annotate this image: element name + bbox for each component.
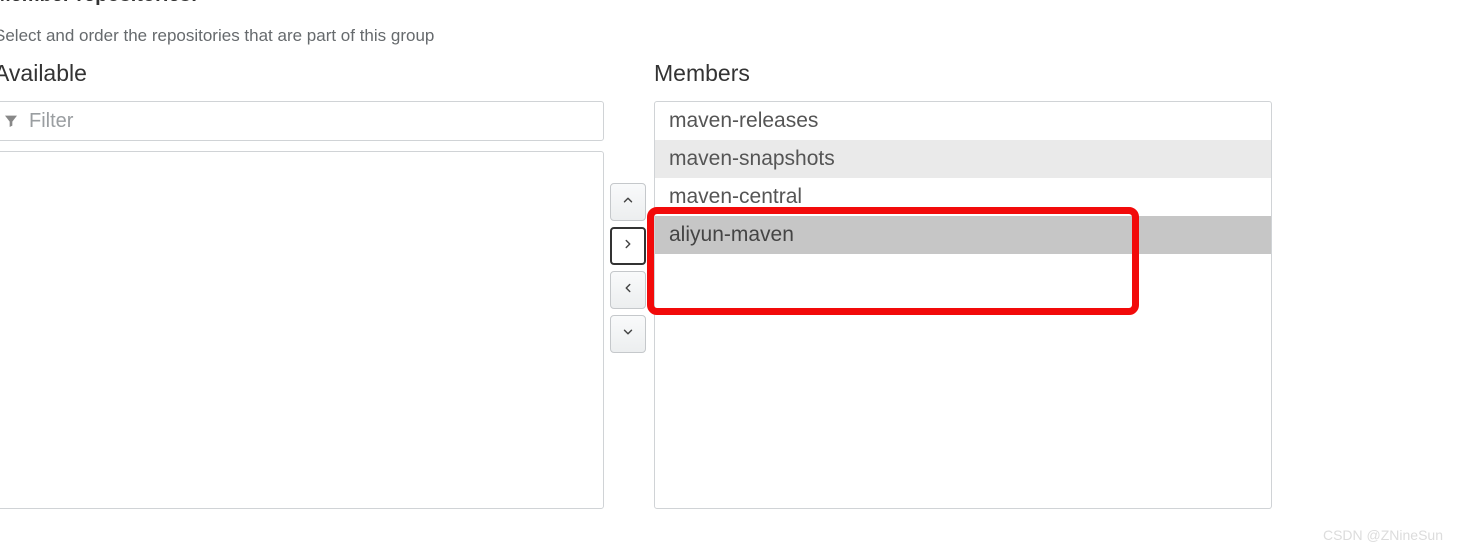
section-title: Member repositories: (0, 0, 197, 7)
add-to-members-button[interactable] (610, 227, 646, 265)
filter-icon (3, 113, 19, 129)
list-item[interactable]: maven-releases (655, 102, 1271, 140)
transfer-buttons (610, 183, 646, 353)
members-label: Members (654, 60, 1272, 87)
available-label: Available (0, 60, 604, 87)
available-list[interactable] (0, 151, 604, 509)
available-column: Available (0, 60, 604, 509)
filter-input[interactable] (29, 110, 595, 133)
watermark: CSDN @ZNineSun (1323, 527, 1443, 543)
move-down-button[interactable] (610, 315, 646, 353)
members-list[interactable]: maven-releases maven-snapshots maven-cen… (654, 101, 1272, 509)
chevron-right-icon (621, 237, 635, 256)
list-item[interactable]: maven-central (655, 178, 1271, 216)
chevron-down-icon (621, 325, 635, 344)
move-up-button[interactable] (610, 183, 646, 221)
list-item[interactable]: maven-snapshots (655, 140, 1271, 178)
chevron-up-icon (621, 193, 635, 212)
members-column: Members maven-releases maven-snapshots m… (654, 60, 1272, 509)
remove-from-members-button[interactable] (610, 271, 646, 309)
filter-box[interactable] (0, 101, 604, 141)
list-item[interactable]: aliyun-maven (655, 216, 1271, 254)
section-description: Select and order the repositories that a… (0, 26, 434, 46)
chevron-left-icon (621, 281, 635, 300)
